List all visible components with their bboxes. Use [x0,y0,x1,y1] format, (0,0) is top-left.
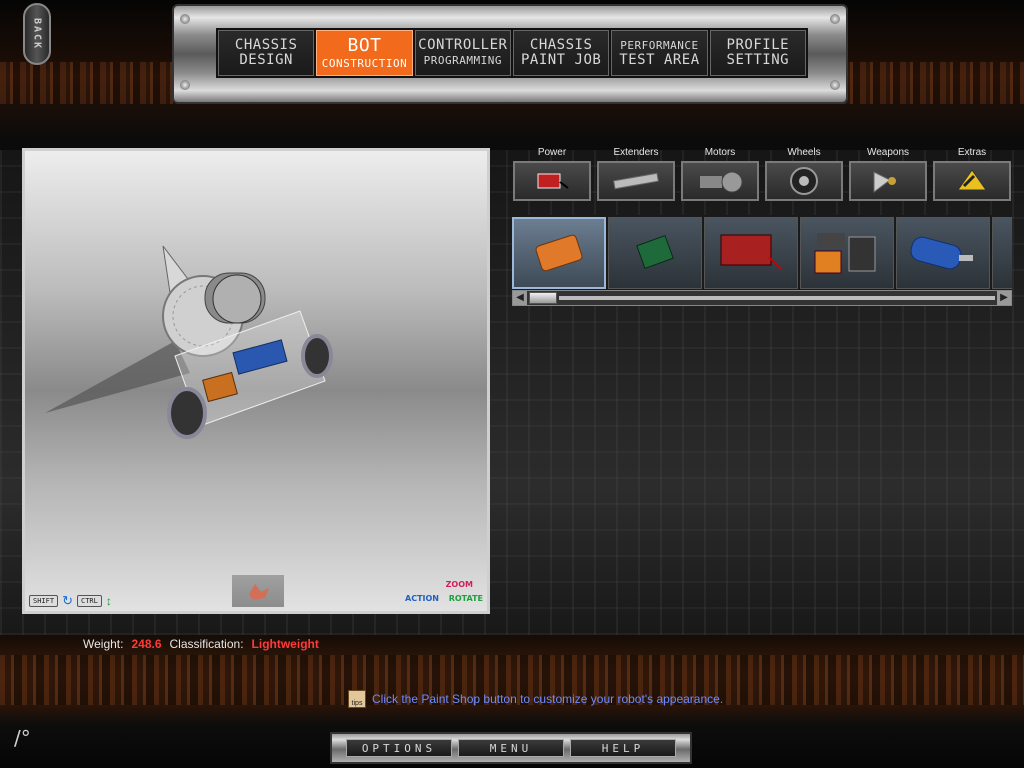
category-weapons[interactable]: Weapons [848,145,928,207]
extras-hazard-icon [957,169,987,191]
paint-splat-icon [249,584,269,600]
scroll-right-icon[interactable]: ▶ [997,291,1011,305]
classification-label: Classification: [169,637,244,651]
bolt-icon [830,80,840,90]
rotate-icon: ↻ [62,593,73,608]
ctrl-key: CTRL [76,594,102,607]
battery-set-icon [814,233,876,274]
orange-battery-pack-icon [535,234,583,272]
tab-controller-programming[interactable]: CONTROLLER PROGRAMMING [414,30,511,76]
parts-categories: Power Extenders Motors Wheels Weapons Ex… [512,145,1012,207]
puma-motor-icon [910,236,973,270]
tip-text: Click the Paint Shop button to customize… [372,692,724,706]
viewport-controls: SHIFT ↻ CTRL ↕ [29,594,112,607]
shift-key: SHIFT [29,594,59,607]
part-item[interactable] [704,217,798,289]
back-label: BACK [31,17,43,51]
category-motors[interactable]: Motors [680,145,760,207]
tips-icon: tips [348,690,366,708]
weight-value: 248.6 [131,637,162,651]
tab-profile-setting[interactable]: PROFILE SETTING [709,30,806,76]
weight-label: Weight: [83,637,124,651]
scroll-track [559,296,995,300]
circuit-board-icon [636,234,674,270]
part-item[interactable] [896,217,990,289]
bottom-menu: OPTIONS MENU HELP [330,732,692,764]
classification-value: Lightweight [251,637,319,651]
tab-chassis-paint-job[interactable]: CHASSIS PAINT JOB [512,30,610,76]
part-item[interactable] [608,217,702,289]
bolt-icon [830,14,840,24]
wheel-icon [790,167,818,195]
robot-3d-viewport[interactable]: SHIFT ↻ CTRL ↕ ZOOM ACTION ROTATE [22,148,490,614]
extender-bar-icon [613,172,659,190]
parts-scrollbar[interactable]: ◀ ▶ [512,290,1012,306]
scroll-left-icon[interactable]: ◀ [513,291,527,305]
robot-model [45,245,333,439]
part-item[interactable] [800,217,894,289]
menu-button[interactable]: MENU [458,739,564,757]
bolt-icon [180,14,190,24]
tip-bar: tips Click the Paint Shop button to cust… [348,690,723,708]
paint-shop-thumbnail[interactable] [232,575,284,607]
category-extenders[interactable]: Extenders [596,145,676,207]
move-vertical-icon: ↕ [105,593,112,608]
bolt-icon [180,80,190,90]
motor-icon [700,171,743,193]
game-logo-icon: /° [14,726,31,750]
back-button[interactable]: BACK [23,3,51,65]
scroll-thumb[interactable] [529,292,557,304]
category-wheels[interactable]: Wheels [764,145,844,207]
weapon-blade-icon [873,171,896,193]
robot-status: Weight: 248.6 Classification: Lightweigh… [83,637,319,651]
parts-item-strip [512,215,1012,291]
category-power[interactable]: Power [512,145,592,207]
part-item[interactable] [512,217,606,289]
help-button[interactable]: HELP [570,739,676,757]
category-extras[interactable]: Extras [932,145,1012,207]
part-item[interactable] [992,217,1012,289]
power-battery-icon [537,173,569,189]
tab-chassis-design[interactable]: CHASSIS DESIGN [218,30,315,76]
tab-bot-construction[interactable]: BOT CONSTRUCTION [316,30,413,76]
tab-performance-test-area[interactable]: PERFORMANCE TEST AREA [611,30,708,76]
red-battery-box-icon [720,234,782,270]
options-button[interactable]: OPTIONS [346,739,452,757]
top-nav: CHASSIS DESIGN BOT CONSTRUCTION CONTROLL… [216,28,808,78]
